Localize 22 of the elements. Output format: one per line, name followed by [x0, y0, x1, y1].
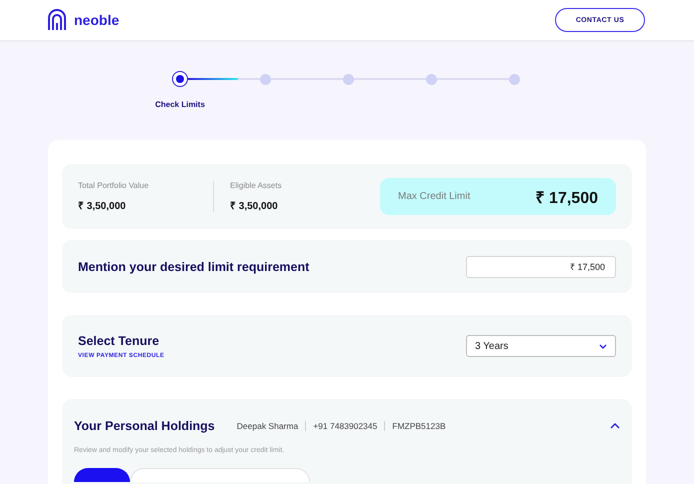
limit-input-field[interactable]: ₹ 17,500	[466, 256, 616, 278]
max-credit-value: ₹ 17,500	[536, 188, 598, 208]
stat-label: Eligible Assets	[230, 181, 283, 190]
step-label: Check Limits	[154, 100, 206, 109]
logo-icon	[47, 9, 67, 31]
stat-label: Total Portfolio Value	[78, 181, 150, 190]
holder-pan: FMZPB5123B	[384, 421, 453, 431]
toggle-option[interactable]	[130, 468, 310, 482]
chevron-up-icon[interactable]	[610, 423, 620, 429]
progress-line	[188, 78, 238, 80]
active-toggle-option[interactable]	[74, 468, 130, 482]
brand-name: neoble	[74, 12, 120, 28]
holder-phone: +91 7483902345	[305, 421, 384, 431]
limit-heading: Mention your desired limit requirement	[78, 260, 310, 274]
chevron-down-icon	[599, 344, 607, 348]
holdings-heading: Your Personal Holdings	[74, 419, 215, 433]
tenure-heading: Select Tenure	[78, 334, 160, 348]
tenure-dropdown[interactable]: 3 Years	[466, 335, 616, 357]
stat-value: ₹ 3,50,000	[78, 200, 127, 212]
stat-value: ₹ 3,50,000	[230, 200, 279, 212]
max-credit-label: Max Credit Limit	[398, 191, 470, 202]
holder-name: Deepak Sharma	[236, 421, 300, 431]
